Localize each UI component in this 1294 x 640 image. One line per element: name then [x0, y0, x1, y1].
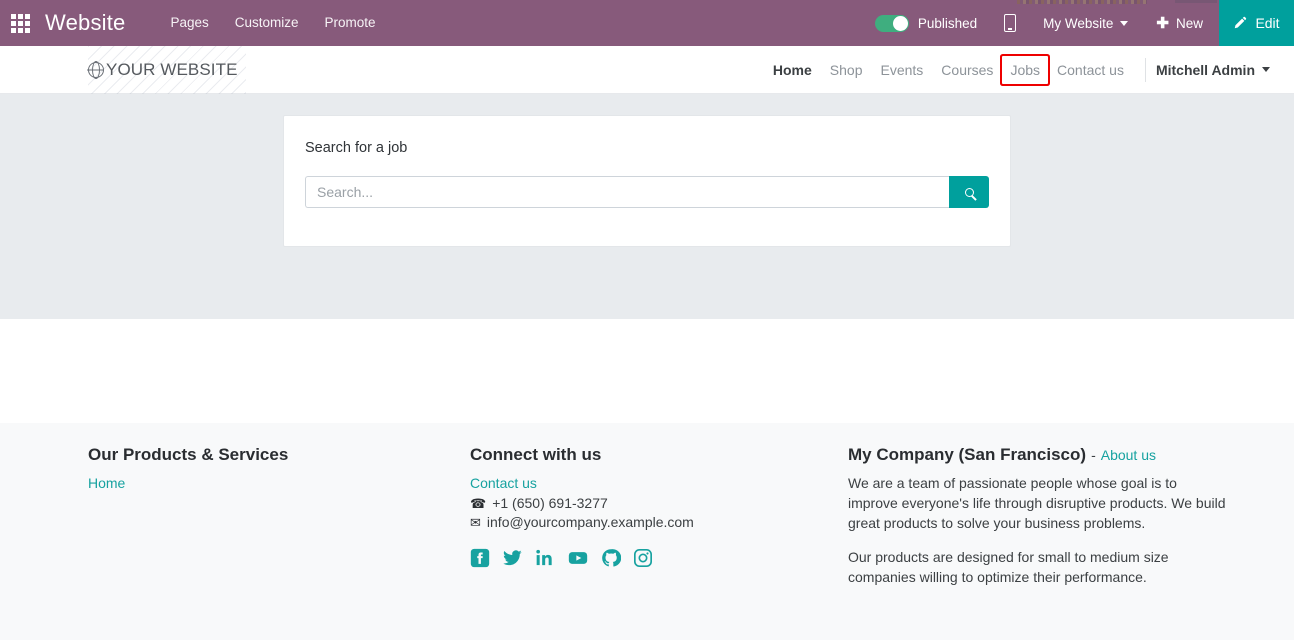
nav-item-shop[interactable]: Shop — [821, 57, 872, 83]
social-link-facebook[interactable] — [470, 548, 490, 568]
footer-about-paragraph-2: Our products are designed for small to m… — [848, 549, 1169, 585]
new-button-label: New — [1175, 15, 1203, 31]
footer-link-about-us[interactable]: About us — [1101, 447, 1156, 463]
page-body-empty — [0, 319, 1294, 423]
screen-artifact-secondary — [1175, 0, 1217, 3]
github-icon — [602, 549, 621, 567]
search-row — [305, 176, 989, 208]
menu-item-promote[interactable]: Promote — [312, 0, 389, 46]
edit-button[interactable]: Edit — [1219, 0, 1294, 46]
website-selector[interactable]: My Website — [1031, 0, 1140, 46]
search-icon — [964, 187, 974, 197]
social-link-github[interactable] — [601, 548, 621, 568]
user-menu[interactable]: Mitchell Admin — [1156, 62, 1272, 78]
twitter-icon — [503, 550, 522, 566]
nav-item-courses[interactable]: Courses — [932, 57, 1002, 83]
toggle-switch-icon[interactable] — [874, 14, 909, 32]
search-input[interactable] — [305, 176, 949, 208]
footer-phone-value: +1 (650) 691-3277 — [492, 495, 608, 511]
odoo-system-topbar: Website Pages Customize Promote Publishe… — [0, 0, 1294, 46]
globe-icon — [88, 61, 104, 78]
mobile-preview-button[interactable] — [989, 0, 1031, 46]
pencil-icon — [1235, 16, 1247, 29]
job-search-card: Search for a job — [283, 115, 1011, 247]
footer-email-value: info@yourcompany.example.com — [486, 514, 694, 530]
search-card-title: Search for a job — [305, 140, 408, 156]
footer-products-heading: Our Products & Services — [88, 445, 289, 464]
publish-toggle[interactable]: Published — [874, 0, 989, 46]
footer-email: ✉ info@yourcompany.example.com — [470, 514, 848, 530]
backend-menu: Pages Customize Promote — [157, 0, 388, 46]
chevron-down-icon — [1120, 20, 1129, 26]
footer-connect-heading: Connect with us — [470, 445, 602, 464]
linkedin-icon — [536, 549, 552, 566]
footer-about-paragraph-1: We are a team of passionate people whose… — [848, 475, 1226, 531]
menu-item-pages[interactable]: Pages — [157, 0, 221, 46]
hero-section: Search for a job — [0, 94, 1294, 319]
edit-button-label: Edit — [1255, 15, 1280, 31]
new-button[interactable]: ✚ New — [1140, 0, 1219, 46]
footer-column-about: My Company (San Francisco) - About us We… — [848, 445, 1228, 601]
user-menu-label: Mitchell Admin — [1155, 61, 1255, 78]
plus-icon: ✚ — [1156, 14, 1169, 32]
nav-item-home[interactable]: Home — [764, 57, 821, 83]
nav-item-events[interactable]: Events — [871, 57, 932, 83]
social-link-twitter[interactable] — [502, 548, 523, 568]
nav-item-jobs[interactable]: Jobs — [1002, 56, 1048, 84]
website-logo-text: YOUR WEBSITE — [106, 59, 238, 79]
footer-link-home[interactable]: Home — [88, 475, 470, 491]
footer-column-products: Our Products & Services Home — [88, 445, 470, 601]
topbar-right-group: Published My Website ✚ New Edit — [874, 0, 1294, 46]
website-logo[interactable]: YOUR WEBSITE — [88, 45, 246, 94]
website-main-nav: Home Shop Events Courses Jobs Contact us… — [764, 56, 1272, 84]
website-header: YOUR WEBSITE Home Shop Events Courses Jo… — [0, 45, 1294, 94]
menu-item-customize[interactable]: Customize — [222, 0, 312, 46]
app-brand-title: Website — [45, 10, 126, 35]
website-selector-label: My Website — [1043, 15, 1114, 31]
mobile-phone-icon — [1004, 14, 1017, 32]
youtube-icon — [568, 552, 588, 564]
publish-label: Published — [917, 15, 978, 31]
social-link-linkedin[interactable] — [535, 548, 555, 568]
footer-columns: Our Products & Services Home Connect wit… — [0, 423, 1294, 601]
envelope-icon: ✉ — [470, 514, 481, 530]
nav-item-contact-us[interactable]: Contact us — [1048, 57, 1133, 83]
footer-link-contact-us[interactable]: Contact us — [470, 475, 848, 491]
apps-menu-button[interactable] — [0, 0, 40, 46]
apps-grid-icon — [10, 13, 30, 33]
website-footer: Our Products & Services Home Connect wit… — [0, 423, 1294, 640]
social-link-youtube[interactable] — [567, 548, 589, 568]
footer-about-dash: - — [1091, 447, 1096, 463]
facebook-icon — [470, 548, 490, 568]
nav-divider — [1144, 57, 1146, 82]
footer-social-links — [470, 548, 848, 568]
search-submit-button[interactable] — [949, 176, 989, 208]
footer-column-connect: Connect with us Contact us ☎ +1 (650) 69… — [470, 445, 848, 601]
footer-phone: ☎ +1 (650) 691-3277 — [470, 495, 848, 511]
chevron-down-icon — [1262, 67, 1270, 72]
footer-about-heading-row: My Company (San Francisco) - About us — [848, 445, 1228, 465]
phone-icon: ☎ — [470, 495, 487, 511]
footer-company-name: My Company (San Francisco) — [848, 445, 1087, 464]
social-link-instagram[interactable] — [633, 548, 653, 568]
instagram-icon — [634, 549, 653, 568]
